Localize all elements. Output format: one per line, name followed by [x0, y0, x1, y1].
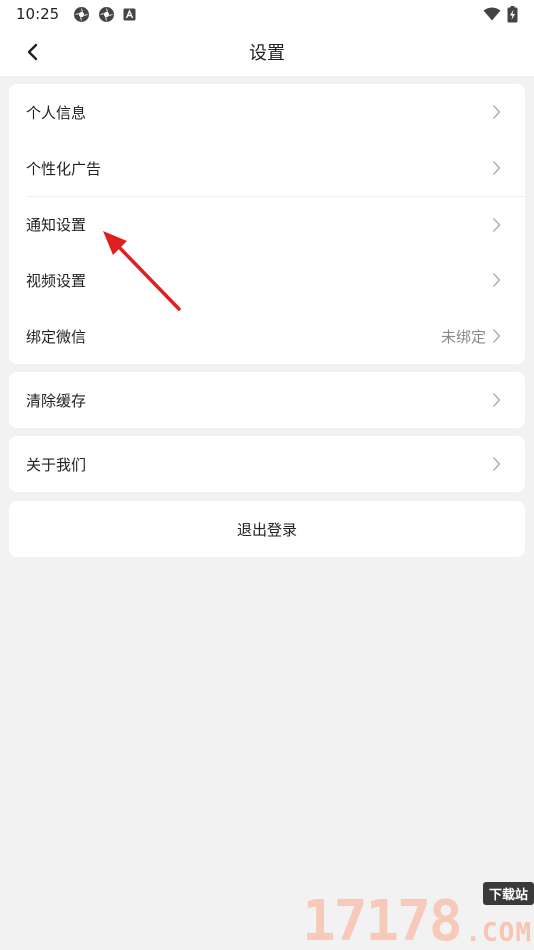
navigation-bar: 设置: [0, 28, 534, 76]
logout-label: 退出登录: [236, 520, 297, 539]
settings-item-label: 通知设置: [26, 216, 87, 234]
settings-group-cache: 清除缓存: [9, 372, 525, 428]
chevron-right-icon: [492, 217, 501, 232]
settings-item-label: 个人信息: [26, 103, 87, 122]
status-bar: 10:25: [0, 0, 534, 28]
sync-icon: [74, 6, 90, 22]
sync-icon: [99, 6, 115, 22]
settings-item-about-us[interactable]: 关于我们: [9, 436, 525, 492]
wifi-icon: [483, 7, 501, 21]
settings-item-clear-cache[interactable]: 清除缓存: [9, 372, 525, 428]
logout-button[interactable]: 退出登录: [9, 501, 525, 557]
settings-item-label: 清除缓存: [26, 391, 87, 410]
settings-item-video[interactable]: 视频设置: [9, 252, 525, 308]
wechat-bind-status: 未绑定: [440, 327, 486, 346]
settings-group-main: 个人信息 个性化广告 通知设置 视频设置 绑定微信 未绑定: [9, 84, 525, 364]
status-icons-right: [483, 5, 518, 23]
chevron-right-icon: [492, 328, 501, 344]
settings-item-personal-info[interactable]: 个人信息: [9, 84, 525, 140]
chevron-left-icon: [27, 43, 38, 61]
back-button[interactable]: [18, 38, 46, 66]
chevron-right-icon: [492, 456, 501, 472]
status-time: 10:25: [16, 5, 60, 23]
settings-item-bind-wechat[interactable]: 绑定微信 未绑定: [9, 308, 525, 364]
chevron-right-icon: [492, 104, 501, 120]
settings-item-label: 个性化广告: [26, 159, 102, 178]
watermark-domain: .COM: [465, 918, 532, 948]
chevron-right-icon: [492, 272, 501, 288]
settings-item-notifications[interactable]: 通知设置: [9, 197, 525, 252]
watermark-digits: 17178: [302, 889, 463, 950]
app-notification-icon: [123, 8, 136, 20]
settings-item-label: 视频设置: [26, 271, 87, 290]
status-icons-left: [73, 6, 136, 23]
settings-group-about: 关于我们: [9, 436, 525, 492]
settings-item-label: 关于我们: [26, 455, 87, 474]
chevron-right-icon: [492, 160, 501, 176]
chevron-right-icon: [492, 392, 501, 408]
battery-charging-icon: [507, 5, 518, 22]
settings-item-personalized-ads[interactable]: 个性化广告: [9, 140, 525, 196]
page-title: 设置: [249, 43, 285, 64]
settings-item-label: 绑定微信: [26, 327, 87, 346]
watermark-badge: 下载站: [482, 882, 534, 905]
watermark: 17178 下载站 .COM: [302, 880, 534, 950]
